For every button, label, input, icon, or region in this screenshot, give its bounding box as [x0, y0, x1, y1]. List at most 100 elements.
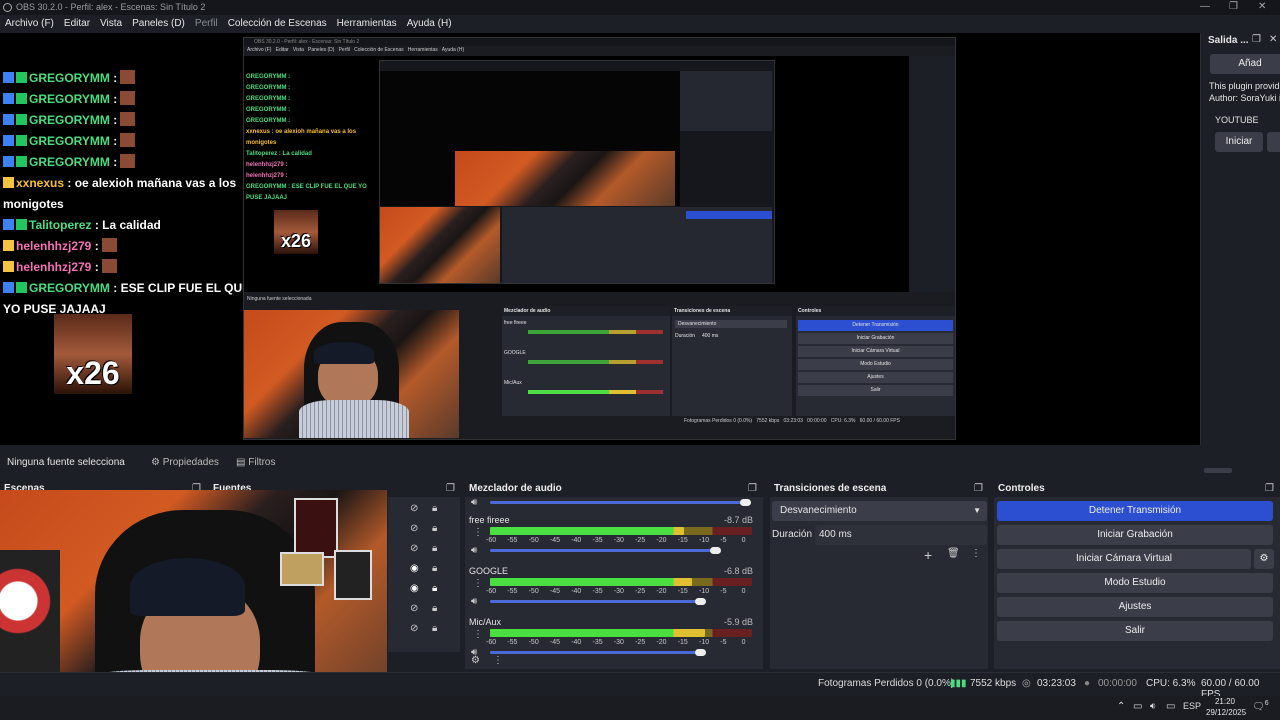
master-volume-slider[interactable]	[490, 501, 745, 504]
virtual-camera-settings-icon[interactable]: ⚙	[1254, 549, 1274, 569]
meter-tick: 0	[741, 588, 746, 595]
no-source-label: Ninguna fuente selecciona	[7, 457, 125, 468]
mixer-menu-icon[interactable]: ⋮	[493, 655, 503, 666]
meter-tick: -40	[571, 537, 582, 544]
chat-message: Talitoperez : La calidad	[3, 215, 243, 236]
menu-herramientas[interactable]: Herramientas	[332, 15, 402, 32]
notifications-icon[interactable]: 🗨︎6	[1252, 700, 1269, 712]
channel-volume-knob[interactable]	[694, 649, 706, 656]
visibility-icon[interactable]: ◉	[410, 563, 419, 574]
menu-ayuda[interactable]: Ayuda (H)	[402, 15, 457, 32]
virtual-camera-button[interactable]: Iniciar Cámara Virtual	[997, 549, 1251, 569]
meter-tick: -35	[592, 537, 603, 544]
output-more-button[interactable]	[1267, 132, 1280, 152]
stop-stream-button[interactable]: Detener Transmisión	[997, 501, 1273, 521]
studio-mode-button[interactable]: Modo Estudio	[997, 573, 1273, 593]
volume-icon[interactable]: 🔉︎	[1150, 701, 1156, 712]
nested-title: OBS 30.2.0 - Perfil: alex - Escenas: Sin…	[244, 38, 955, 46]
stream-time: 03:23:03	[1037, 678, 1076, 689]
transitions-float-icon[interactable]: ❐	[974, 483, 983, 494]
transition-select[interactable]: Desvanecimiento ▼	[772, 501, 987, 521]
chat-message: xxnexus : oe alexioh mañana vas a los	[3, 173, 243, 194]
visibility-hidden-icon[interactable]: ⊘	[410, 503, 418, 514]
speaker-icon[interactable]: 🔊︎	[471, 545, 477, 556]
speaker-icon[interactable]: 🔊︎	[471, 596, 477, 607]
crown-badge-icon	[3, 240, 14, 251]
lock-icon[interactable]: 🔒︎	[432, 583, 437, 594]
meter-tick: 0	[741, 639, 746, 646]
settings-button[interactable]: Ajustes	[997, 597, 1273, 617]
maximize-icon[interactable]: ❐	[1229, 1, 1238, 12]
channel-volume-knob[interactable]	[710, 547, 722, 554]
mixer-float-icon[interactable]: ❐	[748, 483, 757, 494]
meter-tick: -60	[486, 588, 497, 595]
start-recording-button[interactable]: Iniciar Grabación	[997, 525, 1273, 545]
delete-transition-icon[interactable]: 🗑︎	[947, 548, 960, 559]
sources-float-icon[interactable]: ❐	[446, 483, 455, 494]
channel-menu-icon[interactable]: ⋮	[473, 578, 483, 589]
output-dock-title: Salida ...	[1208, 35, 1249, 46]
tray-expand-icon[interactable]: ⌃	[1117, 701, 1125, 712]
lock-icon[interactable]: 🔒︎	[432, 563, 437, 574]
preview-canvas[interactable]: GREGORYMM : GREGORYMM : GREGORYMM : GREGORY…	[0, 33, 1200, 445]
meter-tick: 0	[741, 537, 746, 544]
meter-tick: -5	[720, 639, 727, 646]
visibility-hidden-icon[interactable]: ⊘	[410, 523, 418, 534]
menu-archivo[interactable]: Archivo (F)	[0, 15, 59, 32]
visibility-hidden-icon[interactable]: ⊘	[410, 543, 418, 554]
language-indicator[interactable]: ESP	[1183, 701, 1201, 711]
add-output-button[interactable]: Añad	[1210, 54, 1280, 74]
chat-message: GREGORYMM :	[3, 89, 243, 110]
add-transition-icon[interactable]: +	[924, 547, 932, 563]
lock-icon[interactable]: 🔒︎	[432, 543, 437, 554]
menu-vista[interactable]: Vista	[95, 15, 127, 32]
subscriber-badge-icon	[3, 219, 14, 230]
menu-coleccion[interactable]: Colección de Escenas	[223, 15, 332, 32]
close-dock-icon[interactable]: ✕	[1269, 34, 1277, 45]
channel-volume-slider[interactable]	[490, 549, 716, 552]
controls-float-icon[interactable]: ❐	[1265, 483, 1274, 494]
channel-db: -8.7 dB	[723, 515, 753, 525]
visibility-hidden-icon[interactable]: ⊘	[410, 623, 418, 634]
exit-button[interactable]: Salir	[997, 621, 1273, 641]
plugin-author: Author: SoraYuki i	[1209, 93, 1280, 103]
chat-username: GREGORYMM	[29, 92, 110, 106]
channel-menu-icon[interactable]: ⋮	[473, 527, 483, 538]
visibility-hidden-icon[interactable]: ⊘	[410, 603, 418, 614]
clock[interactable]: 21:20 29/12/2025	[1206, 696, 1246, 718]
properties-button[interactable]: ⚙ Propiedades	[151, 457, 219, 468]
menu-perfil[interactable]: Perfil	[190, 15, 223, 32]
visibility-icon[interactable]: ◉	[410, 583, 419, 594]
lock-icon[interactable]: 🔒︎	[432, 503, 437, 514]
nested-no-source: Ninguna fuente seleccionada	[247, 296, 312, 302]
lock-icon[interactable]: 🔒︎	[432, 623, 437, 634]
lock-icon[interactable]: 🔒︎	[432, 523, 437, 534]
plugin-desc: This plugin provid	[1209, 81, 1280, 91]
menu-editar[interactable]: Editar	[59, 15, 95, 32]
meter-tick: -35	[592, 588, 603, 595]
mixer-settings-icon[interactable]: ⚙	[471, 655, 480, 666]
meter-tick: -40	[571, 588, 582, 595]
channel-menu-icon[interactable]: ⋮	[473, 629, 483, 640]
speaker-icon[interactable]: 🔊︎	[471, 497, 477, 508]
close-icon[interactable]: ✕	[1258, 1, 1266, 12]
transition-menu-icon[interactable]: ⋮	[971, 548, 981, 559]
duration-label: Duración	[772, 529, 813, 540]
scrollbar[interactable]	[1204, 468, 1232, 473]
bitrate: 7552 kbps	[970, 678, 1017, 689]
master-volume-knob[interactable]	[740, 499, 751, 506]
channel-volume-knob[interactable]	[694, 598, 706, 605]
start-output-button[interactable]: Iniciar	[1215, 132, 1263, 152]
filters-button[interactable]: ▤ Filtros	[236, 457, 275, 468]
channel-volume-slider[interactable]	[490, 600, 700, 603]
duration-input[interactable]: 400 ms	[815, 525, 987, 545]
bitrate-bars-icon: ▮▮▮	[950, 678, 967, 689]
battery-icon[interactable]: ▭	[1166, 701, 1175, 712]
menu-paneles[interactable]: Paneles (D)	[127, 15, 190, 32]
channel-volume-slider[interactable]	[490, 651, 700, 654]
minimize-icon[interactable]: —	[1200, 1, 1210, 12]
network-icon[interactable]: ▭	[1133, 701, 1142, 712]
lock-icon[interactable]: 🔒︎	[432, 603, 437, 614]
chat-username: GREGORYMM	[29, 155, 110, 169]
float-dock-icon[interactable]: ❐	[1252, 34, 1261, 45]
